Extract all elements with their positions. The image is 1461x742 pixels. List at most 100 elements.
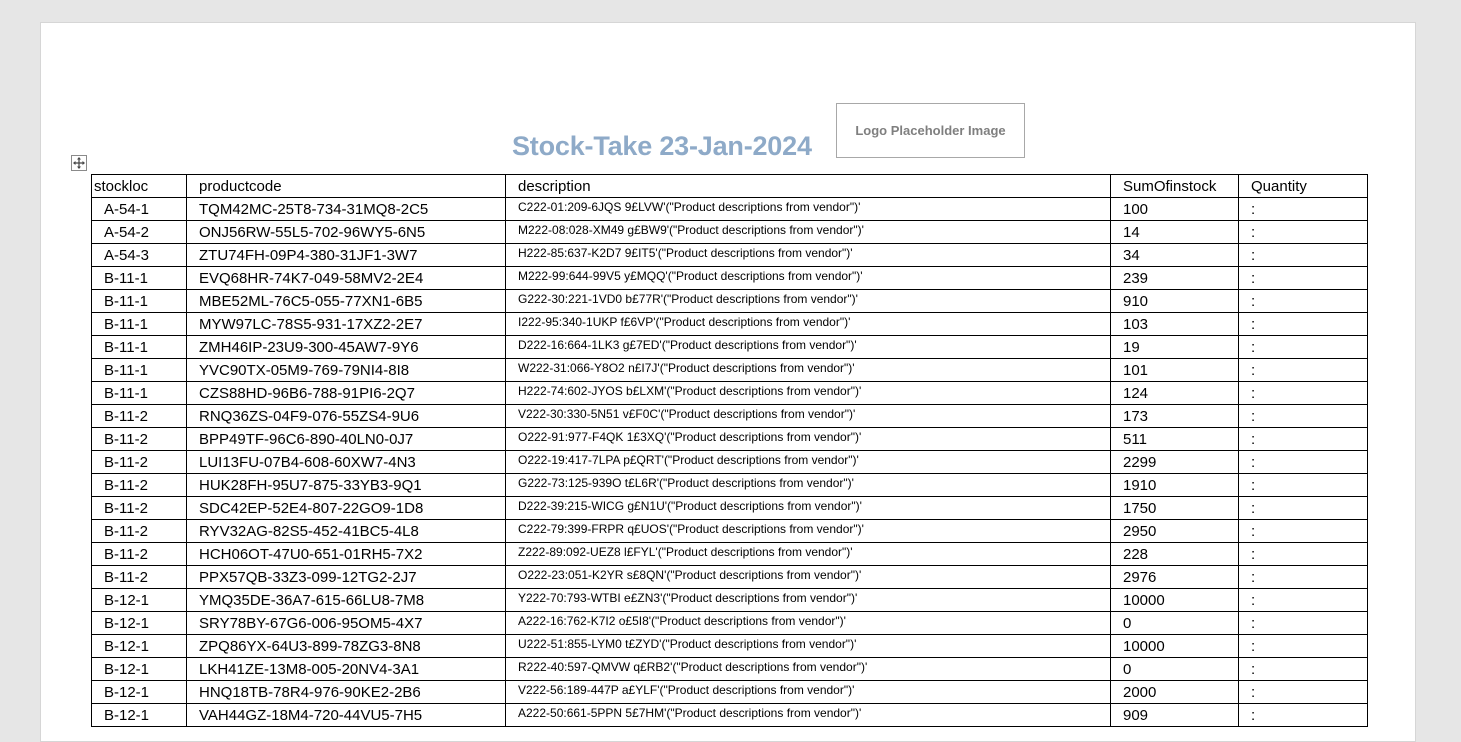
cell-quantity[interactable]: : <box>1238 289 1368 313</box>
cell-quantity[interactable]: : <box>1238 496 1368 520</box>
cell-productcode: BPP49TF-96C6-890-40LN0-0J7 <box>186 427 506 451</box>
cell-quantity[interactable]: : <box>1238 243 1368 267</box>
cell-description: W222-31:066-Y8O2 n£I7J'("Product descrip… <box>505 358 1111 382</box>
cell-description: H222-74:602-JYOS b£LXM'("Product descrip… <box>505 381 1111 405</box>
cell-description: A222-50:661-5PPN 5£7HM'("Product descrip… <box>505 703 1111 727</box>
cell-quantity[interactable]: : <box>1238 358 1368 382</box>
cell-stockloc: B-11-2 <box>91 542 187 566</box>
cell-description: C222-79:399-FRPR q£UOS'("Product descrip… <box>505 519 1111 543</box>
cell-quantity[interactable]: : <box>1238 703 1368 727</box>
cell-quantity[interactable]: : <box>1238 588 1368 612</box>
cell-productcode: TQM42MC-25T8-734-31MQ8-2C5 <box>186 197 506 221</box>
cell-description: D222-16:664-1LK3 g£7ED'("Product descrip… <box>505 335 1111 359</box>
cell-sumofinstock: 10000 <box>1110 634 1239 658</box>
cell-description: C222-01:209-6JQS 9£LVW'("Product descrip… <box>505 197 1111 221</box>
table-row: B-11-1 YVC90TX-05M9-769-79NI4-8I8 W222-31:… <box>91 358 1368 382</box>
table-row: B-12-1 YMQ35DE-36A7-615-66LU8-7M8 Y222-70:… <box>91 588 1368 612</box>
table-row: B-11-1 MYW97LC-78S5-931-17XZ2-2E7 I222-95:… <box>91 312 1368 336</box>
cell-productcode: MBE52ML-76C5-055-77XN1-6B5 <box>186 289 506 313</box>
cell-stockloc: B-11-1 <box>91 312 187 336</box>
logo-placeholder-image: Logo Placeholder Image <box>836 103 1025 158</box>
table-row: B-11-1 EVQ68HR-74K7-049-58MV2-2E4 M222-99:… <box>91 266 1368 290</box>
cell-stockloc: B-11-2 <box>91 427 187 451</box>
cell-quantity[interactable]: : <box>1238 519 1368 543</box>
cell-sumofinstock: 103 <box>1110 312 1239 336</box>
cell-productcode: HNQ18TB-78R4-976-90KE2-2B6 <box>186 680 506 704</box>
cell-sumofinstock: 0 <box>1110 657 1239 681</box>
cell-description: R222-40:597-QMVW q£RB2'("Product descrip… <box>505 657 1111 681</box>
cell-stockloc: B-12-1 <box>91 611 187 635</box>
cell-description: O222-19:417-7LPA p£QRT'("Product descrip… <box>505 450 1111 474</box>
cell-productcode: PPX57QB-33Z3-099-12TG2-2J7 <box>186 565 506 589</box>
cell-quantity[interactable]: : <box>1238 680 1368 704</box>
table-row: B-11-2 BPP49TF-96C6-890-40LN0-0J7 O222-91:… <box>91 427 1368 451</box>
cell-description: G222-73:125-939O t£L6R'("Product descrip… <box>505 473 1111 497</box>
cell-quantity[interactable]: : <box>1238 312 1368 336</box>
cell-quantity[interactable]: : <box>1238 565 1368 589</box>
cell-sumofinstock: 2950 <box>1110 519 1239 543</box>
table-header-row: stockloc productcode description SumOfin… <box>91 174 1368 198</box>
cell-quantity[interactable]: : <box>1238 611 1368 635</box>
cell-stockloc: A-54-2 <box>91 220 187 244</box>
cell-productcode: EVQ68HR-74K7-049-58MV2-2E4 <box>186 266 506 290</box>
table-row: B-12-1 LKH41ZE-13M8-005-20NV4-3A1 R222-40:… <box>91 657 1368 681</box>
cell-quantity[interactable]: : <box>1238 220 1368 244</box>
cell-sumofinstock: 2299 <box>1110 450 1239 474</box>
cell-quantity[interactable]: : <box>1238 634 1368 658</box>
cell-sumofinstock: 909 <box>1110 703 1239 727</box>
cell-quantity[interactable]: : <box>1238 542 1368 566</box>
cell-sumofinstock: 2000 <box>1110 680 1239 704</box>
cell-sumofinstock: 100 <box>1110 197 1239 221</box>
cell-stockloc: B-11-2 <box>91 404 187 428</box>
table-row: B-11-1 MBE52ML-76C5-055-77XN1-6B5 G222-30:… <box>91 289 1368 313</box>
cell-sumofinstock: 1750 <box>1110 496 1239 520</box>
cell-description: V222-56:189-447P a£YLF'("Product descrip… <box>505 680 1111 704</box>
cell-quantity[interactable]: : <box>1238 473 1368 497</box>
table-move-handle-icon[interactable] <box>71 155 87 171</box>
table-row: B-11-2 HUK28FH-95U7-875-33YB3-9Q1 G222-73:… <box>91 473 1368 497</box>
table-row: B-11-2 RYV32AG-82S5-452-41BC5-4L8 C222-79:… <box>91 519 1368 543</box>
cell-stockloc: B-12-1 <box>91 634 187 658</box>
cell-sumofinstock: 14 <box>1110 220 1239 244</box>
cell-quantity[interactable]: : <box>1238 335 1368 359</box>
cell-description: M222-08:028-XM49 g£BW9'("Product descrip… <box>505 220 1111 244</box>
cell-sumofinstock: 101 <box>1110 358 1239 382</box>
cell-quantity[interactable]: : <box>1238 657 1368 681</box>
cell-description: O222-91:977-F4QK 1£3XQ'("Product descrip… <box>505 427 1111 451</box>
cell-description: D222-39:215-WICG g£N1U'("Product descrip… <box>505 496 1111 520</box>
cell-sumofinstock: 1910 <box>1110 473 1239 497</box>
cell-quantity[interactable]: : <box>1238 450 1368 474</box>
table-row: B-12-1 SRY78BY-67G6-006-95OM5-4X7 A222-16:… <box>91 611 1368 635</box>
header-quantity: Quantity <box>1238 174 1368 198</box>
cell-stockloc: B-11-1 <box>91 335 187 359</box>
cell-stockloc: A-54-3 <box>91 243 187 267</box>
header-stockloc: stockloc <box>91 174 187 198</box>
cell-stockloc: B-11-1 <box>91 266 187 290</box>
cell-sumofinstock: 910 <box>1110 289 1239 313</box>
cell-stockloc: B-11-2 <box>91 450 187 474</box>
cell-productcode: ZTU74FH-09P4-380-31JF1-3W7 <box>186 243 506 267</box>
cell-productcode: LKH41ZE-13M8-005-20NV4-3A1 <box>186 657 506 681</box>
cell-sumofinstock: 10000 <box>1110 588 1239 612</box>
table-row: B-12-1 HNQ18TB-78R4-976-90KE2-2B6 V222-56:… <box>91 680 1368 704</box>
cell-sumofinstock: 19 <box>1110 335 1239 359</box>
cell-description: Y222-70:793-WTBI e£ZN3'("Product descrip… <box>505 588 1111 612</box>
cell-quantity[interactable]: : <box>1238 381 1368 405</box>
cell-stockloc: A-54-1 <box>91 197 187 221</box>
cell-stockloc: B-12-1 <box>91 703 187 727</box>
cell-quantity[interactable]: : <box>1238 197 1368 221</box>
cell-quantity[interactable]: : <box>1238 404 1368 428</box>
cell-description: O222-23:051-K2YR s£8QN'("Product descrip… <box>505 565 1111 589</box>
cell-sumofinstock: 0 <box>1110 611 1239 635</box>
cell-description: V222-30:330-5N51 v£F0C'("Product descrip… <box>505 404 1111 428</box>
table-row: B-11-2 HCH06OT-47U0-651-01RH5-7X2 Z222-89:… <box>91 542 1368 566</box>
cell-stockloc: B-12-1 <box>91 680 187 704</box>
cell-description: Z222-89:092-UEZ8 l£FYL'("Product descrip… <box>505 542 1111 566</box>
table-row: B-11-2 LUI13FU-07B4-608-60XW7-4N3 O222-19:… <box>91 450 1368 474</box>
cell-quantity[interactable]: : <box>1238 266 1368 290</box>
cell-productcode: ONJ56RW-55L5-702-96WY5-6N5 <box>186 220 506 244</box>
cell-quantity[interactable]: : <box>1238 427 1368 451</box>
cell-productcode: SDC42EP-52E4-807-22GO9-1D8 <box>186 496 506 520</box>
table-row: B-12-1 VAH44GZ-18M4-720-44VU5-7H5 A222-50:… <box>91 703 1368 727</box>
cell-sumofinstock: 2976 <box>1110 565 1239 589</box>
